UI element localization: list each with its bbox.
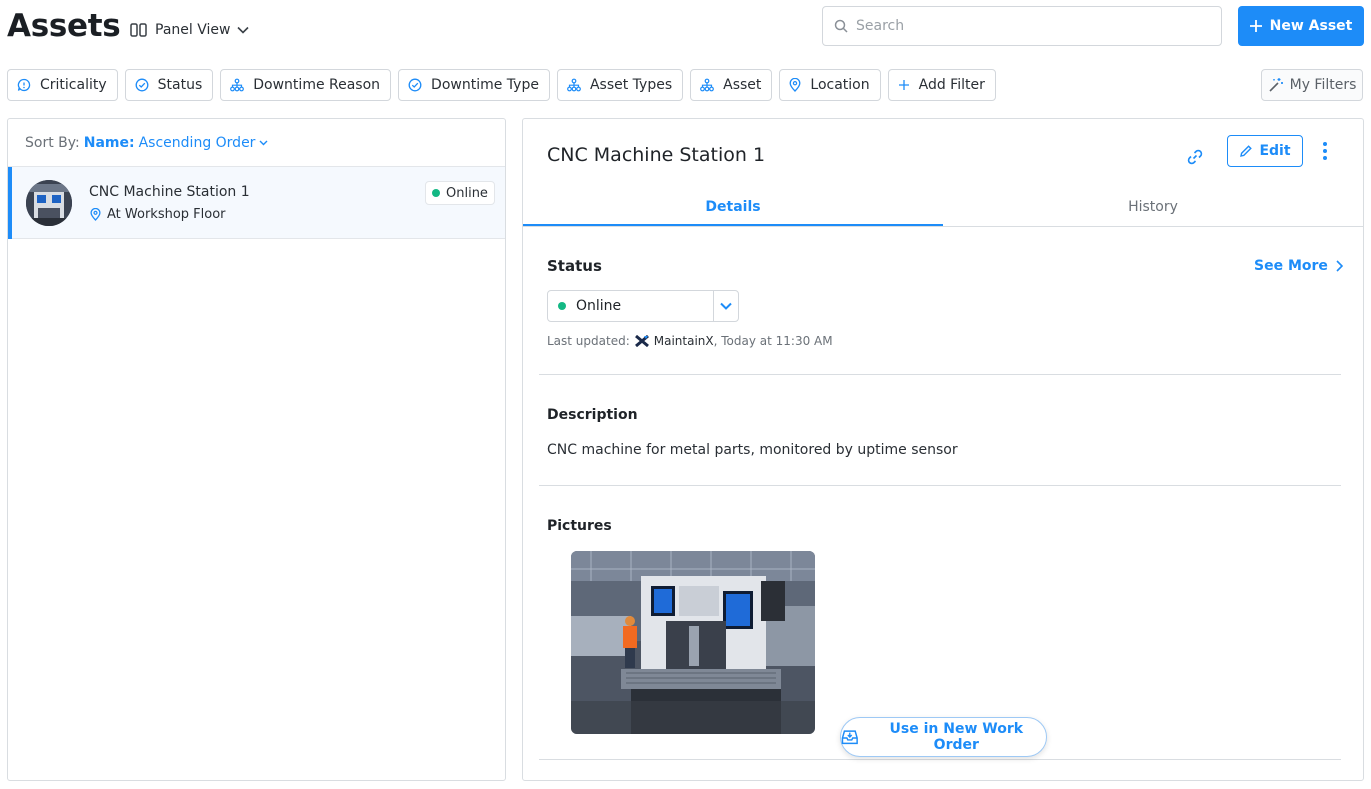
see-more-label: See More — [1254, 258, 1328, 274]
new-asset-button[interactable]: New Asset — [1238, 6, 1364, 46]
chevron-right-icon — [1336, 260, 1343, 272]
tab-history[interactable]: History — [943, 191, 1363, 226]
asset-picture[interactable] — [571, 551, 815, 734]
sort-dropdown[interactable]: Sort By: Name: Ascending Order — [8, 119, 505, 167]
status-select[interactable]: Online — [547, 290, 739, 322]
list-item-location: At Workshop Floor — [90, 207, 226, 222]
filter-downtime-reason[interactable]: Downtime Reason — [220, 69, 392, 101]
filter-label: Downtime Type — [431, 77, 539, 93]
last-updated-by: MaintainX — [653, 334, 714, 348]
pencil-icon — [1240, 145, 1253, 157]
more-options-button[interactable] — [1315, 139, 1335, 163]
my-filters-button[interactable]: My Filters — [1261, 69, 1363, 101]
description-text: CNC machine for metal parts, monitored b… — [547, 442, 958, 458]
sort-prefix: Sort By: — [25, 134, 80, 151]
add-filter-button[interactable]: Add Filter — [887, 69, 996, 101]
divider — [539, 759, 1341, 760]
asset-thumbnail — [26, 180, 72, 226]
maintainx-logo-icon — [634, 335, 649, 347]
filter-criticality[interactable]: Criticality — [7, 69, 118, 101]
filter-asset-types[interactable]: Asset Types — [556, 69, 684, 101]
divider — [539, 485, 1341, 486]
see-more-link[interactable]: See More — [1254, 258, 1343, 274]
sort-field: Name: — [83, 134, 135, 151]
status-select-toggle[interactable] — [713, 291, 738, 321]
my-filters-label: My Filters — [1289, 77, 1357, 93]
filter-label: Asset — [723, 77, 762, 93]
view-toggle-label: Panel View — [155, 22, 231, 38]
list-item-title: CNC Machine Station 1 — [89, 184, 250, 200]
filter-location[interactable]: Location — [779, 69, 881, 101]
last-updated-time: , Today at 11:30 AM — [713, 334, 833, 348]
use-in-new-work-order-label: Use in New Work Order — [889, 721, 1024, 753]
use-in-new-work-order-button[interactable]: Use in New Work Order — [840, 717, 1047, 757]
detail-title: CNC Machine Station 1 — [547, 144, 766, 166]
status-badge-label: Online — [446, 185, 488, 201]
view-toggle-dropdown[interactable]: Panel View — [130, 19, 250, 41]
status-select-value: Online — [576, 298, 622, 314]
filter-label: Add Filter — [918, 77, 985, 93]
asset-list-panel: Sort By: Name: Ascending Order CNC Machi… — [7, 118, 506, 781]
filter-asset[interactable]: Asset — [690, 69, 773, 101]
inbox-download-icon — [841, 730, 858, 745]
filter-downtime-type[interactable]: Downtime Type — [398, 69, 550, 101]
status-check-icon — [135, 78, 149, 92]
copy-link-button[interactable] — [1183, 145, 1207, 169]
search-icon — [834, 19, 848, 33]
hierarchy-icon — [700, 78, 715, 92]
list-item-location-text: At Workshop Floor — [107, 207, 226, 222]
chevron-down-icon — [259, 140, 268, 145]
filter-label: Status — [157, 77, 203, 93]
filter-label: Location — [810, 77, 870, 93]
criticality-icon — [17, 78, 31, 92]
location-pin-icon — [789, 78, 801, 92]
status-dot — [432, 189, 440, 197]
search-input[interactable] — [856, 18, 1196, 34]
filter-status[interactable]: Status — [124, 69, 214, 101]
filter-label: Downtime Reason — [253, 77, 381, 93]
detail-tabs: Details History — [523, 191, 1363, 227]
page-title: Assets — [7, 8, 121, 44]
tab-details[interactable]: Details — [523, 191, 943, 226]
list-item[interactable]: CNC Machine Station 1 At Workshop Floor … — [8, 167, 505, 239]
plus-icon — [898, 80, 909, 90]
last-updated-label: Last updated: — [547, 334, 630, 348]
sort-order: Ascending Order — [138, 134, 256, 151]
plus-icon — [1249, 20, 1262, 32]
hierarchy-icon — [567, 78, 581, 92]
hierarchy-icon — [230, 78, 245, 92]
status-heading: Status — [547, 257, 602, 275]
status-badge: Online — [425, 181, 495, 205]
asset-detail-panel: CNC Machine Station 1 Edit Details Histo… — [522, 118, 1364, 781]
link-icon — [1187, 149, 1203, 165]
panel-view-icon — [130, 23, 147, 37]
filter-label: Criticality — [40, 77, 107, 93]
location-pin-icon — [90, 208, 101, 221]
edit-button[interactable]: Edit — [1227, 135, 1303, 167]
last-updated: Last updated: MaintainX, Today at 11:30 … — [547, 334, 833, 348]
filter-label: Asset Types — [589, 77, 673, 93]
divider — [539, 374, 1341, 375]
search-box[interactable] — [822, 6, 1222, 46]
pictures-heading: Pictures — [547, 518, 612, 534]
new-asset-label: New Asset — [1269, 18, 1353, 34]
chevron-down-icon — [237, 26, 250, 34]
chevron-down-icon — [720, 302, 732, 310]
filter-bar: Criticality Status Downtime Reason Downt… — [7, 69, 996, 101]
description-heading: Description — [547, 407, 638, 423]
status-check-icon — [408, 78, 422, 92]
edit-label: Edit — [1259, 143, 1291, 159]
selected-indicator — [8, 167, 12, 239]
page-header: Assets Panel View New Asset — [0, 0, 1371, 60]
magic-wand-icon — [1269, 78, 1283, 92]
status-dot — [558, 302, 566, 310]
